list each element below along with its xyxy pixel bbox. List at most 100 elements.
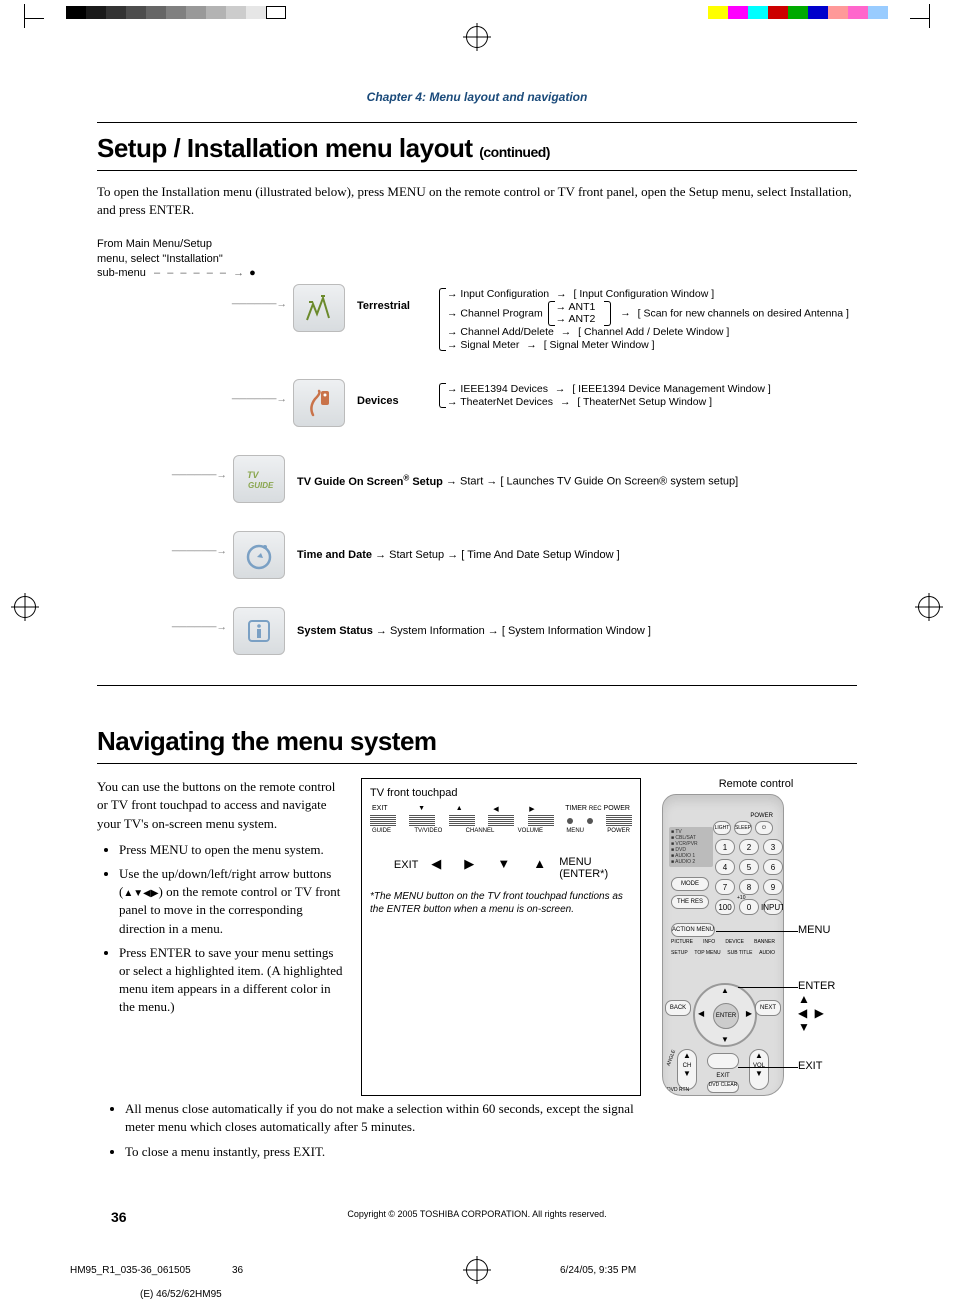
remote-btn-6: 6 [763, 859, 783, 875]
touchpad-buttons [370, 815, 632, 826]
d-ieee: IEEE1394 Devices [460, 383, 548, 395]
remote-btn-9: 9 [763, 879, 783, 895]
td-result: [ Time And Date Setup Window ] [461, 549, 619, 561]
devices-icon [293, 379, 345, 427]
remote-top-row: LIGHT SLEEP ⏻ [713, 821, 773, 835]
nav-text-column: You can use the buttons on the remote co… [97, 778, 347, 1096]
tp-enter-note: (ENTER*) [559, 868, 608, 880]
left-arrow-icon: ◀ [431, 856, 441, 872]
tp-top-rec: REC [589, 806, 602, 812]
terrestrial-details: → Input Configuration → [ Input Configur… [437, 284, 851, 351]
remote-lbl-dvdrtn: DVD RTN [667, 1087, 689, 1093]
nav-text-continuation: All menus close automatically if you do … [97, 1100, 637, 1161]
tvguide-icon: TVGUIDE [233, 455, 285, 503]
remote-title: Remote control [655, 778, 857, 790]
tvg-label: TV Guide On Screen [297, 476, 403, 488]
r-ch: CH [683, 1063, 692, 1069]
remote-mode-block: ■ TV ■ CBL/SAT ■ VCR/PVR ■ DVD ■ AUDIO 1… [669, 827, 713, 867]
remote-btn-100: 100 [715, 899, 735, 915]
tp-btn [488, 815, 514, 826]
remote-btn-input: INPUT [763, 899, 783, 915]
page-number: 36 [111, 1209, 127, 1225]
tp-lbl-tvvideo: TV/VIDEO [414, 828, 442, 834]
ss-result: [ System Information Window ] [502, 625, 651, 637]
tp-top-exit: EXIT [372, 805, 388, 813]
print-info-row: HM95_R1_035-36_061505 36 6/24/05, 9:35 P… [0, 1259, 954, 1299]
t-input-config: Input Configuration [460, 288, 549, 300]
t-ant2: ANT2 [568, 313, 595, 325]
greyscale-strip [66, 6, 286, 19]
tp-lbl-guide: GUIDE [372, 828, 391, 834]
terrestrial-icon [293, 284, 345, 332]
r-menu: MENU [696, 927, 714, 933]
section-title-text: Setup / Installation menu layout [97, 133, 473, 163]
tp-lbl-power: POWER [607, 828, 630, 834]
remote-btn-4: 4 [715, 859, 735, 875]
remote-pill-mid1 [707, 1053, 739, 1069]
r-lbl-info: INFO [703, 939, 715, 945]
rule [97, 170, 857, 171]
remote-btn-theres: THE RES [671, 895, 709, 909]
r-lbl-audio: AUDIO [759, 950, 775, 956]
remote-btn-5: 5 [739, 859, 759, 875]
remote-btn-next: NEXT [755, 1000, 781, 1016]
remote-btn-exit: EXIT [703, 1073, 743, 1079]
t-add-del: Channel Add/Delete [460, 326, 553, 338]
tp-menu-label: MENU [559, 856, 591, 868]
tp-top-power: POWER [604, 805, 630, 812]
arrow-icon: ──────→ [97, 455, 233, 481]
ss-mid: System Information [390, 625, 485, 637]
tp-btn [409, 815, 435, 826]
from-main-line3: sub-menu [97, 267, 146, 279]
callout-enter-label: ENTER [798, 980, 835, 992]
registration-mark-icon [466, 1259, 488, 1281]
t-channel-prog: Channel Program [460, 307, 542, 319]
r-lbl-banner: BANNER [754, 939, 775, 945]
devices-details: → IEEE1394 Devices → [ IEEE1394 Device M… [437, 379, 773, 408]
copyright: Copyright © 2005 TOSHIBA CORPORATION. Al… [107, 1209, 847, 1219]
r-action: ACTION [672, 927, 695, 933]
callout-exit-label: EXIT [798, 1060, 822, 1072]
rule [97, 763, 857, 764]
remote-arc-labels-bottom: SETUP TOP MENU SUB TITLE AUDIO [671, 950, 775, 956]
callout-enter: ENTER ▲◀ ▶▼ [798, 980, 835, 1034]
callout-menu: MENU [798, 924, 830, 936]
remote-btn-7: 7 [715, 879, 735, 895]
color-strip [708, 6, 888, 19]
model-code: (E) 46/52/62HM95 [140, 1289, 222, 1300]
menu-diagram: From Main Menu/Setup menu, select "Insta… [97, 237, 857, 655]
systemstatus-icon [233, 607, 285, 655]
tv-front-touchpad-box: TV front touchpad EXIT ▼▲◀▶ TIMER REC PO… [361, 778, 641, 1096]
touchpad-bottom-labels: GUIDE TV/VIDEO CHANNEL VOLUME MENU POWER [370, 828, 632, 834]
remote-btn-mode: MODE [671, 877, 709, 891]
r-side-audio2: AUDIO 2 [675, 859, 695, 865]
tvg-result: [ Launches TV Guide On Screen® system se… [500, 476, 738, 488]
print-registration-top [0, 6, 954, 32]
down-arrow-icon: ▼ [497, 856, 510, 871]
svg-text:GUIDE: GUIDE [248, 481, 274, 490]
nav-bullet-4: All menus close automatically if you do … [125, 1100, 637, 1136]
t-signal-win: [ Signal Meter Window ] [544, 339, 655, 351]
section-title: Setup / Installation menu layout (contin… [97, 133, 857, 164]
crop-mark [24, 4, 45, 33]
callout-enter-arrows: ▲◀ ▶▼ [798, 992, 826, 1034]
nav-bullet-1: Press MENU to open the menu system. [119, 841, 347, 859]
nav-intro: You can use the buttons on the remote co… [97, 779, 335, 830]
remote-btn-back: BACK [665, 1000, 691, 1016]
td-start: Start Setup [389, 549, 444, 561]
print-filedate: 6/24/05, 9:35 PM [560, 1265, 636, 1276]
arrow-icon: ──────→ [97, 284, 293, 310]
arrow-icon: ──────→ [97, 531, 233, 557]
touchpad-top-labels: EXIT ▼▲◀▶ TIMER REC POWER [370, 805, 632, 813]
tp-btn [370, 815, 396, 826]
remote-btn-dvdclear: DVD CLEAR [707, 1081, 739, 1093]
tvguide-row: TV Guide On Screen® Setup → Start → [ La… [297, 455, 857, 488]
section2-title: Navigating the menu system [97, 726, 857, 757]
tp-lbl-menu: MENU [566, 828, 584, 834]
from-main-line2: menu, select "Installation" [97, 253, 223, 265]
print-filepage: 36 [232, 1265, 243, 1276]
tp-led [567, 818, 573, 824]
rule [97, 122, 857, 123]
tp-lbl-channel: CHANNEL [466, 828, 495, 834]
touchpad-controls: EXIT ◀ ▶ ▼ ▲ MENU (ENTER*) [370, 856, 632, 880]
